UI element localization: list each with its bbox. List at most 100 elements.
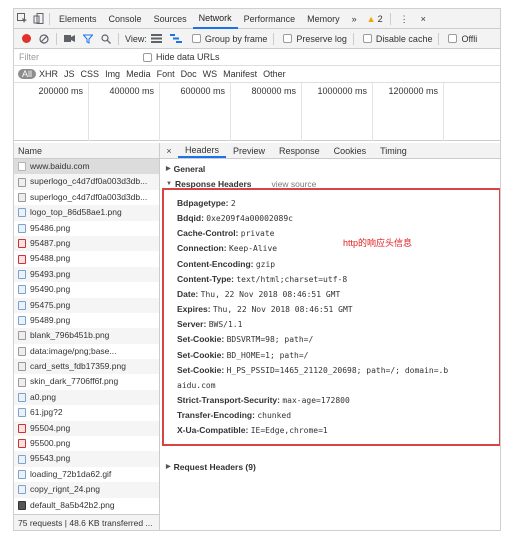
type-filter-css[interactable]: CSS	[78, 69, 103, 79]
request-row[interactable]: card_setts_fdb17359.png	[14, 359, 159, 375]
request-row[interactable]: 95489.png	[14, 313, 159, 328]
request-row[interactable]: a0.png	[14, 389, 159, 406]
tab-elements[interactable]: Elements	[53, 9, 103, 29]
request-row[interactable]: 95504.png	[14, 420, 159, 437]
view-label: View:	[125, 33, 147, 44]
name-column-header[interactable]: Name	[14, 143, 159, 159]
disable-cache-checkbox[interactable]	[362, 34, 372, 43]
request-row[interactable]: 95490.png	[14, 282, 159, 297]
type-filter-doc[interactable]: Doc	[178, 69, 200, 79]
timeline-gridline	[88, 83, 89, 141]
more-tabs-button[interactable]: »	[346, 9, 363, 29]
request-row[interactable]: 95487.png	[14, 235, 159, 252]
type-filter-other[interactable]: Other	[260, 69, 289, 79]
image-file-icon	[18, 300, 26, 310]
request-row[interactable]: data:image/png;base...	[14, 344, 159, 359]
request-row[interactable]: blank_796b451b.png	[14, 328, 159, 344]
details-tab-headers[interactable]: Headers	[178, 143, 227, 158]
screenshot-capture-icon[interactable]	[64, 34, 75, 43]
tab-performance[interactable]: Performance	[238, 9, 302, 29]
request-row[interactable]: copy_rignt_24.png	[14, 482, 159, 498]
record-icon[interactable]	[22, 34, 31, 43]
request-name: superlogo_c4d7df0a003d3db...	[30, 191, 148, 202]
type-filter-xhr[interactable]: XHR	[36, 69, 61, 79]
request-row[interactable]: 95500.png	[14, 436, 159, 451]
clear-icon[interactable]	[39, 33, 49, 44]
request-row[interactable]: default_8a5b42b2.png	[14, 498, 159, 513]
preserve-log-checkbox[interactable]	[283, 34, 293, 43]
tab-network[interactable]: Network	[192, 9, 238, 29]
request-row[interactable]: superlogo_c4d7df0a003d3db...	[14, 190, 159, 205]
close-devtools-button[interactable]: ×	[415, 9, 432, 29]
type-filter-js[interactable]: JS	[61, 69, 78, 79]
image-file-icon	[18, 454, 26, 464]
request-headers-title: Request Headers (9)	[173, 462, 256, 472]
offline-checkbox[interactable]	[448, 34, 458, 43]
preserve-log-option[interactable]: Preserve log	[277, 34, 347, 44]
type-filter-font[interactable]: Font	[154, 69, 178, 79]
image-file-icon	[18, 485, 26, 495]
type-filter-media[interactable]: Media	[123, 69, 154, 79]
details-tab-preview[interactable]: Preview	[226, 143, 272, 158]
filter-input[interactable]: Filter	[19, 52, 137, 62]
image-file-icon	[18, 393, 26, 403]
disable-cache-option[interactable]: Disable cache	[357, 34, 432, 44]
large-rows-icon[interactable]	[150, 34, 162, 43]
timeline-label: 800000 ms	[251, 86, 296, 96]
request-rows: www.baidu.com superlogo_c4d7df0a003d3db..…	[14, 159, 159, 513]
type-filter-img[interactable]: Img	[102, 69, 123, 79]
tab-memory[interactable]: Memory	[301, 9, 346, 29]
type-filter-ws[interactable]: WS	[200, 69, 221, 79]
timeline-overview[interactable]: 200000 ms 400000 ms 600000 ms 800000 ms 1000…	[14, 83, 500, 141]
offline-option[interactable]: Offli	[442, 34, 477, 44]
device-toolbar-icon[interactable]	[30, 9, 46, 29]
request-row[interactable]: logo_top_86d58ae1.png	[14, 205, 159, 221]
group-by-frame-checkbox[interactable]	[191, 34, 201, 43]
request-headers-section[interactable]: ▶ Request Headers (9)	[160, 460, 256, 475]
network-toolbar: View: Group by frame Preserve log Disabl…	[14, 29, 500, 49]
type-filter-all[interactable]: All	[18, 69, 37, 79]
request-row[interactable]: loading_72b1da62.gif	[14, 467, 159, 482]
request-row[interactable]: superlogo_c4d7df0a003d3db...	[14, 174, 159, 190]
hide-data-urls-checkbox[interactable]	[143, 52, 152, 62]
group-by-frame-option[interactable]: Group by frame	[186, 33, 268, 44]
details-tabs: Headers Preview Response Cookies Timing	[178, 143, 414, 158]
request-name: 95489.png	[30, 314, 71, 325]
request-name: 95486.png	[30, 222, 71, 233]
warnings-indicator[interactable]: ▲ 2	[363, 14, 387, 24]
request-row[interactable]: 95493.png	[14, 266, 159, 283]
general-section[interactable]: ▶ General	[160, 162, 500, 177]
collapsed-arrow-icon: ▶	[166, 464, 171, 470]
details-tab-timing[interactable]: Timing	[373, 143, 414, 158]
details-tab-cookies[interactable]: Cookies	[327, 143, 374, 158]
filter-icon[interactable]	[83, 34, 93, 44]
warning-icon: ▲	[366, 13, 376, 24]
waterfall-icon[interactable]	[169, 34, 182, 43]
details-tab-response[interactable]: Response	[272, 143, 327, 158]
devtools-menu-button[interactable]: ⋮	[394, 9, 415, 29]
tab-console[interactable]: Console	[103, 9, 148, 29]
request-row[interactable]: 95486.png	[14, 221, 159, 236]
request-name: a0.png	[30, 391, 56, 402]
hide-data-urls-option[interactable]: Hide data URLs	[137, 52, 220, 62]
request-row[interactable]: 95475.png	[14, 297, 159, 313]
timeline-gridline	[230, 83, 231, 141]
collapsed-arrow-icon: ▶	[166, 166, 171, 172]
group-by-frame-label: Group by frame	[204, 33, 268, 44]
hide-data-urls-label: Hide data URLs	[156, 52, 220, 62]
search-icon[interactable]	[101, 33, 111, 44]
request-row[interactable]: 61.jpg?2	[14, 405, 159, 420]
type-filter-manifest[interactable]: Manifest	[220, 69, 260, 79]
inspect-element-icon[interactable]	[14, 9, 30, 29]
request-row[interactable]: 95543.png	[14, 451, 159, 467]
request-row[interactable]: www.baidu.com	[14, 159, 159, 175]
toolbar-divider	[438, 32, 440, 45]
image-file-icon	[18, 377, 26, 387]
request-row[interactable]: 95488.png	[14, 251, 159, 266]
network-panel-body: Name www.baidu.com superlogo_c4d7df0a003d…	[14, 143, 500, 530]
tab-sources[interactable]: Sources	[148, 9, 193, 29]
image-file-icon	[18, 254, 26, 264]
close-details-button[interactable]: ×	[160, 143, 178, 158]
timeline-label: 600000 ms	[180, 86, 225, 96]
request-row[interactable]: skin_dark_7706ff6f.png	[14, 374, 159, 389]
